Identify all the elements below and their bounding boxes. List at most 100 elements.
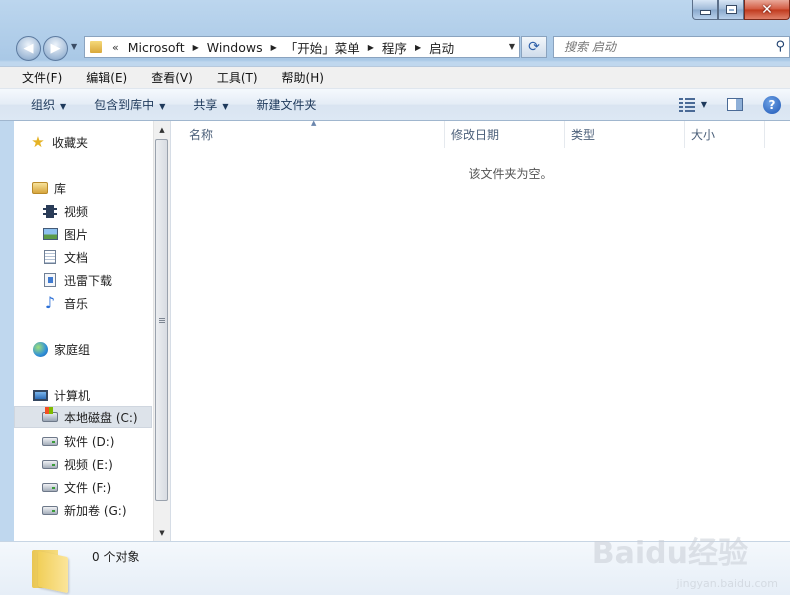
chevron-down-icon: ▼ xyxy=(222,102,229,111)
help-icon[interactable]: ? xyxy=(763,95,781,114)
sidebar-item-drive-g[interactable]: 新加卷 (G:) xyxy=(42,499,127,521)
sidebar-item-drive-c[interactable]: 本地磁盘 (C:) xyxy=(14,406,152,428)
sidebar-item-drive-e[interactable]: 视频 (E:) xyxy=(42,453,113,475)
empty-folder-message: 该文件夹为空。 xyxy=(468,167,553,181)
sidebar-item-label: 音乐 xyxy=(64,296,89,311)
address-bar[interactable]: « Microsoft ▶ Windows ▶ 「开始」菜单 ▶ 程序 ▶ 启动… xyxy=(84,36,520,58)
maximize-icon xyxy=(726,6,736,13)
sidebar-item-favorites[interactable]: ★ 收藏夹 xyxy=(30,131,88,153)
sidebar-item-label: 视频 xyxy=(64,204,89,219)
sidebar-item-computer[interactable]: 计算机 xyxy=(32,384,90,406)
breadcrumb-overflow[interactable]: « xyxy=(112,41,119,54)
new-folder-button[interactable]: 新建文件夹 xyxy=(243,96,331,113)
share-button[interactable]: 共享 ▼ xyxy=(179,96,242,113)
column-header-name[interactable]: 名称 xyxy=(183,121,445,148)
sidebar-item-pictures[interactable]: 图片 xyxy=(42,223,88,245)
maximize-button[interactable] xyxy=(718,0,744,20)
hard-drive-icon xyxy=(42,436,58,446)
sidebar-item-label: 视频 (E:) xyxy=(64,457,113,472)
navigation-bar: ◀ ▶ ▼ « Microsoft ▶ Windows ▶ 「开始」菜单 ▶ 程… xyxy=(0,28,790,66)
organize-button[interactable]: 组织 ▼ xyxy=(0,96,80,113)
menu-file[interactable]: 文件(F) xyxy=(0,69,70,86)
column-header-size[interactable]: 大小 xyxy=(685,121,765,148)
sidebar-item-label: 收藏夹 xyxy=(52,135,89,150)
chevron-down-icon: ▼ xyxy=(60,102,67,111)
sidebar-item-label: 新加卷 (G:) xyxy=(64,503,127,518)
sidebar-item-label: 软件 (D:) xyxy=(64,434,115,449)
column-header-date-modified[interactable]: 修改日期 xyxy=(445,121,565,148)
scroll-up-arrow-icon[interactable]: ▲ xyxy=(154,121,170,138)
baidu-watermark: Baidu经验 jingyan.baidu.com xyxy=(591,528,778,590)
breadcrumb-separator-icon[interactable]: ▶ xyxy=(368,43,374,52)
menu-edit[interactable]: 编辑(E) xyxy=(70,69,135,86)
sidebar-item-label: 计算机 xyxy=(54,388,91,403)
recent-pages-dropdown[interactable]: ▼ xyxy=(71,42,77,51)
close-icon: ✕ xyxy=(761,1,773,18)
refresh-button[interactable]: ⟳ xyxy=(521,36,547,58)
sidebar-item-thunder-downloads[interactable]: 迅雷下载 xyxy=(42,269,112,291)
folder-icon xyxy=(90,41,104,53)
refresh-icon: ⟳ xyxy=(528,39,540,55)
organize-label: 组织 xyxy=(31,98,56,112)
video-library-icon xyxy=(43,204,57,218)
sidebar-item-documents[interactable]: 文档 xyxy=(42,246,88,268)
folder-icon xyxy=(32,548,70,594)
forward-arrow-icon: ▶ xyxy=(50,41,61,56)
column-header-row: ▲ 名称 修改日期 类型 大小 xyxy=(171,119,790,148)
address-history-dropdown[interactable]: ▼ xyxy=(509,42,515,51)
caption-buttons: ✕ xyxy=(692,0,790,22)
search-input[interactable] xyxy=(562,39,766,55)
breadcrumb-item[interactable]: Microsoft xyxy=(125,40,188,55)
share-label: 共享 xyxy=(193,98,218,112)
menu-tools[interactable]: 工具(T) xyxy=(201,69,266,86)
forward-button[interactable]: ▶ xyxy=(43,36,68,61)
breadcrumb-item[interactable]: 「开始」菜单 xyxy=(282,38,363,57)
search-box[interactable]: ⚲ xyxy=(553,36,790,58)
sidebar-item-label: 本地磁盘 (C:) xyxy=(64,410,138,425)
breadcrumb-separator-icon[interactable]: ▶ xyxy=(271,43,277,52)
sidebar-item-drive-f[interactable]: 文件 (F:) xyxy=(42,476,111,498)
include-in-library-label: 包含到库中 xyxy=(94,98,155,112)
column-header-type[interactable]: 类型 xyxy=(565,121,685,148)
sidebar-item-music[interactable]: ♪ 音乐 xyxy=(42,292,88,314)
menu-bar: 文件(F) 编辑(E) 查看(V) 工具(T) 帮助(H) xyxy=(0,66,790,89)
system-drive-icon xyxy=(42,407,58,422)
star-icon: ★ xyxy=(31,132,45,151)
scroll-down-arrow-icon[interactable]: ▼ xyxy=(154,524,170,541)
menu-help[interactable]: 帮助(H) xyxy=(266,69,332,86)
sidebar-item-libraries[interactable]: 库 xyxy=(32,177,66,199)
sidebar-item-label: 迅雷下载 xyxy=(64,273,113,288)
scroll-thumb[interactable] xyxy=(155,139,168,501)
preview-pane-icon[interactable] xyxy=(727,98,743,111)
navigation-pane: ★ 收藏夹 库 视频 图片 文档 迅雷下载 ♪ 音乐 家庭组 计算机 本地磁盘 … xyxy=(14,121,171,541)
back-arrow-icon: ◀ xyxy=(23,41,34,56)
sidebar-item-homegroup[interactable]: 家庭组 xyxy=(32,338,90,360)
sidebar-item-drive-d[interactable]: 软件 (D:) xyxy=(42,430,114,452)
include-in-library-button[interactable]: 包含到库中 ▼ xyxy=(80,96,179,113)
breadcrumb-item[interactable]: 程序 xyxy=(379,38,410,57)
chevron-down-icon: ▼ xyxy=(159,102,166,111)
menu-view[interactable]: 查看(V) xyxy=(135,69,201,86)
sidebar-item-label: 文档 xyxy=(64,250,89,265)
close-button[interactable]: ✕ xyxy=(744,0,790,20)
sidebar-item-label: 家庭组 xyxy=(54,342,91,357)
watermark-url: jingyan.baidu.com xyxy=(676,577,778,590)
breadcrumb-item[interactable]: 启动 xyxy=(426,38,457,57)
search-icon[interactable]: ⚲ xyxy=(775,39,785,54)
sidebar-item-videos[interactable]: 视频 xyxy=(42,200,88,222)
hard-drive-icon xyxy=(42,459,58,469)
minimize-button[interactable] xyxy=(692,0,718,20)
command-bar: 组织 ▼ 包含到库中 ▼ 共享 ▼ 新建文件夹 ▼ ? xyxy=(0,89,790,121)
watermark-brand: Baidu经验 xyxy=(591,536,748,571)
breadcrumb-separator-icon[interactable]: ▶ xyxy=(415,43,421,52)
view-options-dropdown[interactable]: ▼ xyxy=(701,100,707,109)
back-button[interactable]: ◀ xyxy=(16,36,41,61)
breadcrumb-item[interactable]: Windows xyxy=(204,40,266,55)
breadcrumb-separator-icon[interactable]: ▶ xyxy=(193,43,199,52)
file-list-area[interactable]: ▲ 名称 修改日期 类型 大小 该文件夹为空。 xyxy=(171,119,790,541)
music-note-icon: ♪ xyxy=(44,293,56,312)
view-options-icon[interactable] xyxy=(678,97,695,112)
homegroup-icon xyxy=(32,341,48,357)
navigation-pane-scrollbar[interactable]: ▲ ▼ xyxy=(153,121,170,541)
hard-drive-icon xyxy=(42,505,58,515)
